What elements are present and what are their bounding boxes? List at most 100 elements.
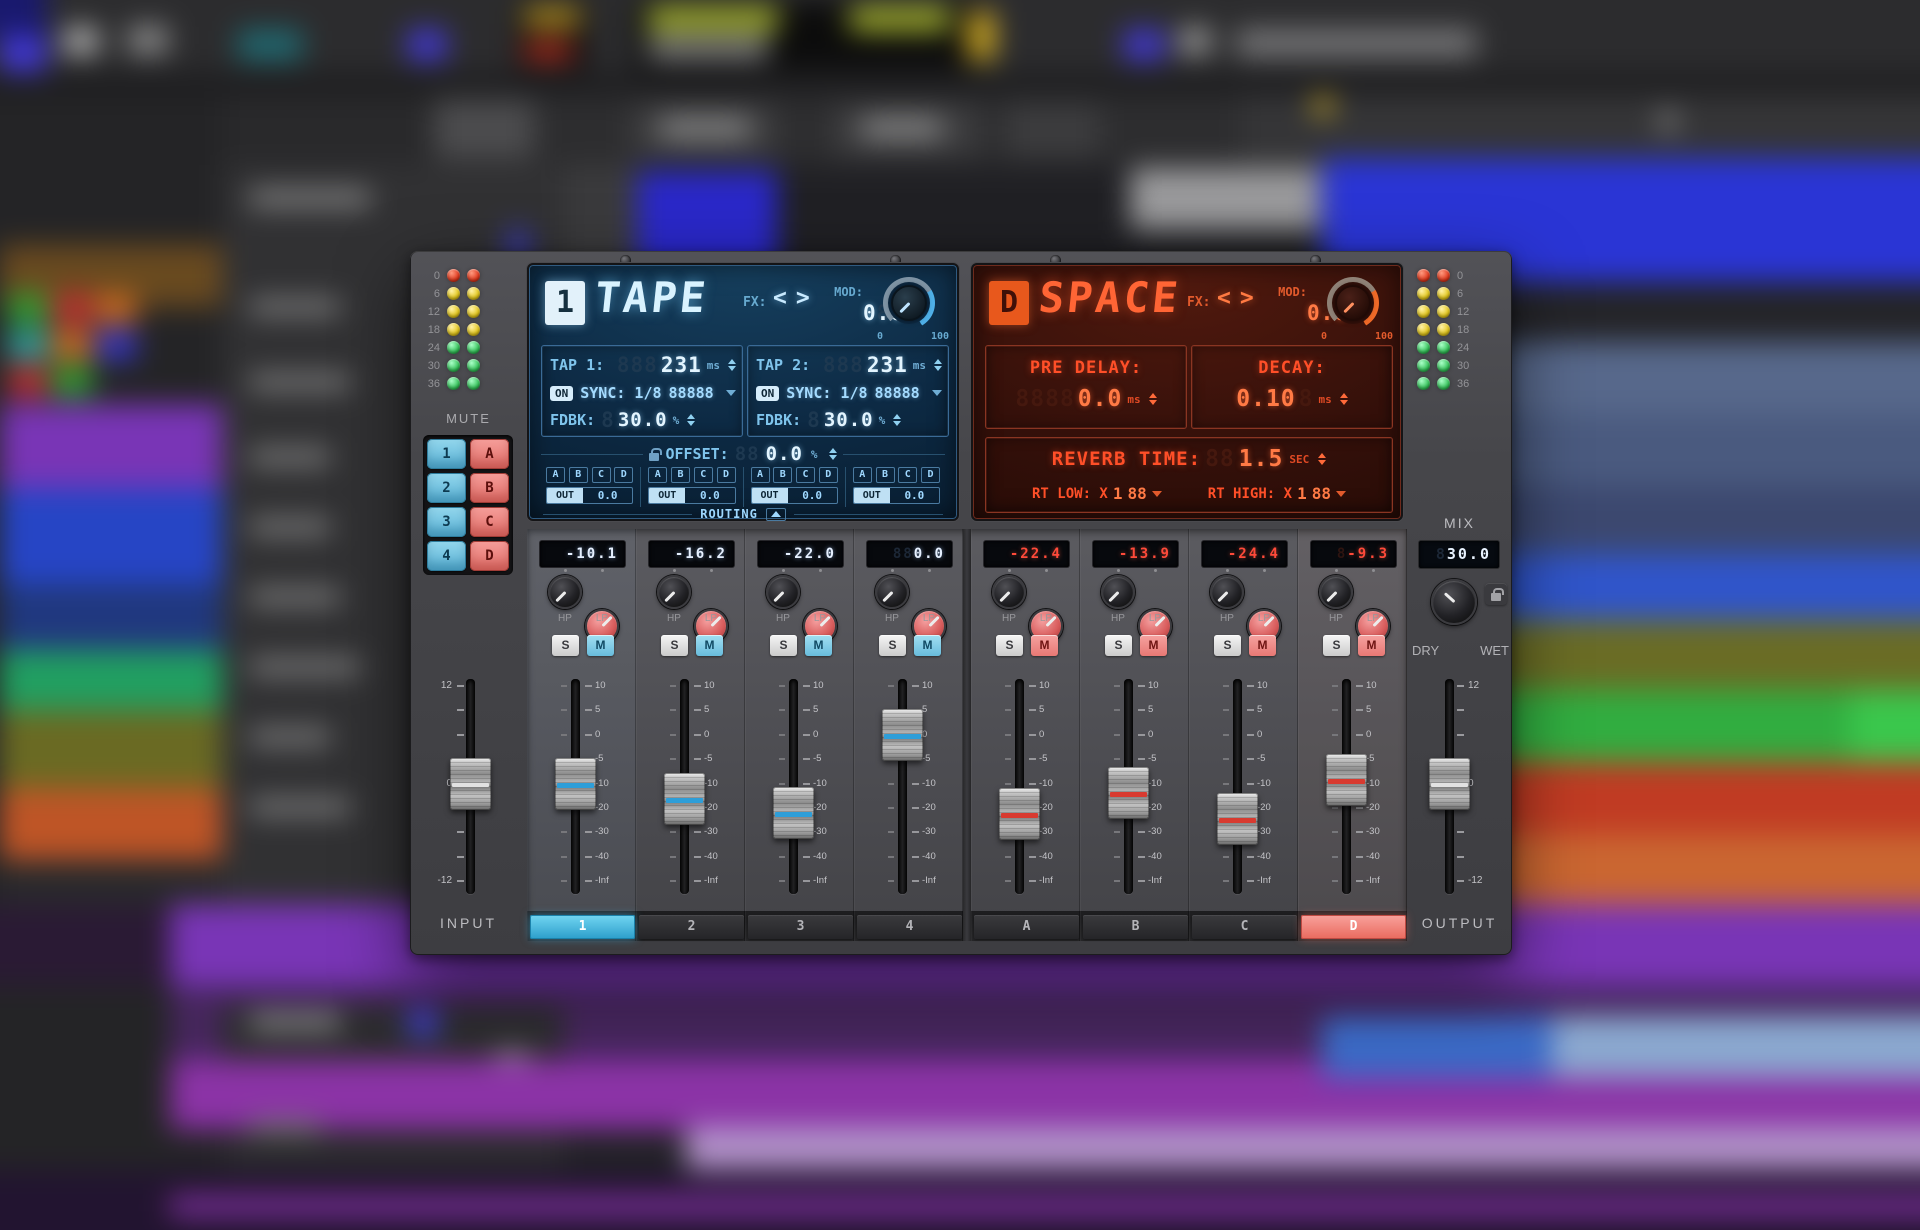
send-button-D[interactable]: D: [818, 467, 838, 483]
tap1-time-value[interactable]: 231: [661, 353, 702, 377]
channel-mute-button[interactable]: M: [1358, 635, 1385, 656]
chevron-down-icon[interactable]: [726, 390, 736, 396]
mod-knob[interactable]: [1335, 285, 1371, 321]
out-value[interactable]: 0.0: [890, 488, 939, 503]
solo-button[interactable]: S: [552, 635, 579, 656]
mute-button-3[interactable]: 3: [427, 507, 466, 537]
send-button-D[interactable]: D: [716, 467, 736, 483]
channel-level-display[interactable]: -13.9: [1093, 541, 1178, 567]
out-button[interactable]: OUT: [547, 488, 583, 503]
channel-mute-button[interactable]: M: [914, 635, 941, 656]
hp-knob[interactable]: [548, 575, 582, 609]
send-button-B[interactable]: B: [671, 467, 690, 483]
value-spinner[interactable]: [934, 359, 942, 371]
hp-knob[interactable]: [1101, 575, 1135, 609]
mix-display[interactable]: 830.0: [1419, 541, 1499, 568]
fader-handle[interactable]: [1108, 767, 1149, 819]
channel-mute-button[interactable]: M: [1249, 635, 1276, 656]
out-value[interactable]: 0.0: [788, 488, 837, 503]
solo-button[interactable]: S: [1214, 635, 1241, 656]
value-spinner[interactable]: [1339, 393, 1348, 405]
mute-button-1[interactable]: 1: [427, 439, 466, 469]
offset-value[interactable]: 0.0: [766, 443, 803, 465]
fader-handle[interactable]: [1217, 792, 1258, 845]
fader-handle[interactable]: [555, 757, 596, 810]
mute-button-2[interactable]: 2: [427, 473, 466, 503]
rt-high-control[interactable]: RT HIGH: X 1 88: [1208, 484, 1346, 503]
hp-knob[interactable]: [992, 575, 1026, 609]
tap2-sync-value[interactable]: SYNC: 1/8: [786, 384, 867, 402]
channel-level-display[interactable]: -10.1: [540, 541, 625, 567]
fader-handle[interactable]: [773, 786, 814, 839]
channel-tab-3[interactable]: 3: [748, 915, 853, 939]
solo-button[interactable]: S: [770, 635, 797, 656]
hp-knob[interactable]: [766, 575, 800, 609]
send-button-C[interactable]: C: [898, 467, 918, 483]
tap1-sync-value[interactable]: SYNC: 1/8: [580, 384, 661, 402]
fx-next-button[interactable]: >: [1240, 285, 1254, 311]
chevron-down-icon[interactable]: [932, 390, 942, 396]
mix-lock-button[interactable]: [1485, 583, 1507, 605]
fader-handle[interactable]: [1326, 754, 1367, 807]
fader-handle[interactable]: [450, 758, 491, 810]
value-spinner[interactable]: [828, 448, 837, 460]
send-button-A[interactable]: A: [546, 467, 565, 483]
decay-value[interactable]: 0.10: [1236, 386, 1295, 412]
mute-button-D[interactable]: D: [470, 541, 509, 571]
value-spinner[interactable]: [728, 359, 736, 371]
out-value[interactable]: 0.0: [685, 488, 734, 503]
solo-button[interactable]: S: [879, 635, 906, 656]
tap1-fdbk-value[interactable]: 30.0: [618, 409, 668, 431]
lock-icon[interactable]: [649, 447, 662, 461]
channel-tab-B[interactable]: B: [1083, 915, 1188, 939]
mute-button-C[interactable]: C: [470, 507, 509, 537]
send-button-D[interactable]: D: [614, 467, 634, 483]
channel-mute-button[interactable]: M: [696, 635, 723, 656]
channel-level-display[interactable]: 8-9.3: [1311, 541, 1396, 567]
channel-level-display[interactable]: -22.0: [758, 541, 843, 567]
send-button-B[interactable]: B: [773, 467, 793, 483]
send-button-C[interactable]: C: [591, 467, 611, 483]
out-button[interactable]: OUT: [853, 488, 890, 503]
channel-mute-button[interactable]: M: [1031, 635, 1058, 656]
channel-level-display[interactable]: 880.0: [867, 541, 952, 567]
out-button[interactable]: OUT: [751, 488, 788, 503]
pre-delay-value[interactable]: 0.0: [1078, 386, 1123, 412]
fader-handle[interactable]: [1429, 758, 1470, 810]
send-button-C[interactable]: C: [796, 467, 815, 483]
value-spinner[interactable]: [893, 414, 902, 426]
send-button-B[interactable]: B: [875, 467, 895, 483]
send-button-C[interactable]: C: [693, 467, 713, 483]
tap2-on-button[interactable]: ON: [756, 385, 780, 401]
channel-tab-1[interactable]: 1: [530, 915, 635, 939]
send-button-B[interactable]: B: [568, 467, 588, 483]
channel-tab-A[interactable]: A: [974, 915, 1079, 939]
channel-mute-button[interactable]: M: [1140, 635, 1167, 656]
value-spinner[interactable]: [687, 414, 696, 426]
routing-collapse-button[interactable]: [765, 507, 786, 521]
fx-prev-button[interactable]: <: [773, 285, 787, 311]
channel-mute-button[interactable]: M: [587, 635, 614, 656]
hp-knob[interactable]: [1210, 575, 1244, 609]
channel-level-display[interactable]: -22.4: [984, 541, 1069, 567]
mute-button-4[interactable]: 4: [427, 541, 466, 571]
send-button-A[interactable]: A: [750, 467, 770, 483]
chevron-down-icon[interactable]: [1335, 490, 1346, 497]
fader-handle[interactable]: [999, 787, 1040, 840]
channel-level-display[interactable]: -24.4: [1202, 541, 1287, 567]
reverb-time-value[interactable]: 1.5: [1239, 446, 1284, 472]
tap2-fdbk-value[interactable]: 30.0: [824, 409, 874, 431]
hp-knob[interactable]: [1319, 575, 1353, 609]
fx-prev-button[interactable]: <: [1217, 285, 1231, 311]
mute-button-B[interactable]: B: [470, 473, 509, 503]
channel-tab-C[interactable]: C: [1192, 915, 1297, 939]
chevron-down-icon[interactable]: [1151, 490, 1162, 497]
channel-tab-D[interactable]: D: [1301, 915, 1406, 939]
solo-button[interactable]: S: [1105, 635, 1132, 656]
send-button-A[interactable]: A: [852, 467, 872, 483]
mute-button-A[interactable]: A: [470, 439, 509, 469]
tap2-time-value[interactable]: 231: [867, 353, 908, 377]
channel-tab-4[interactable]: 4: [857, 915, 962, 939]
value-spinner[interactable]: [1318, 453, 1327, 465]
fader-handle[interactable]: [664, 772, 705, 825]
